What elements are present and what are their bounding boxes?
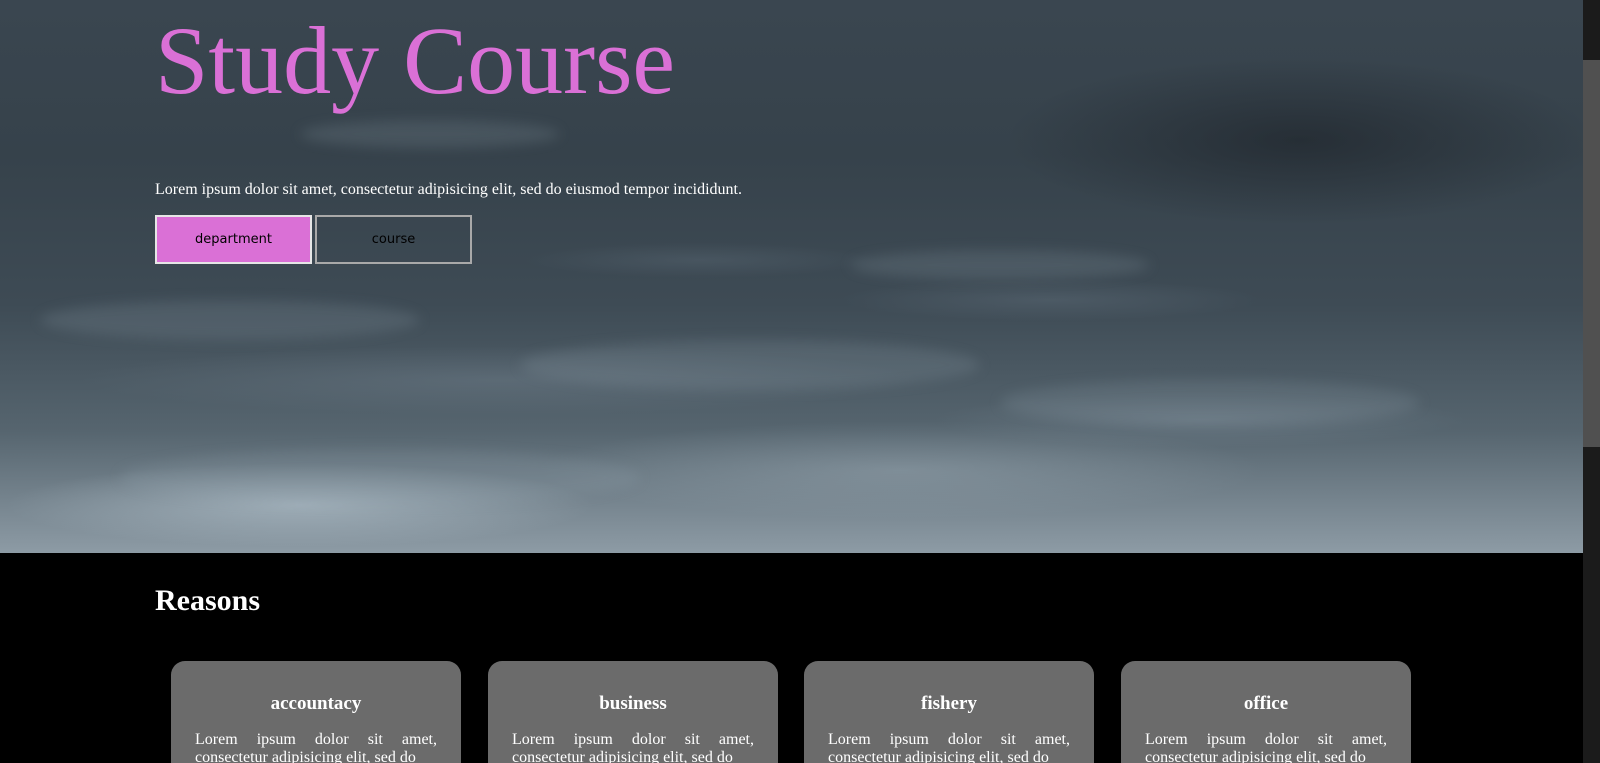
cloud-shape xyxy=(850,250,1150,280)
reason-card-office: office Lorem ipsum dolor sit amet, conse… xyxy=(1121,661,1411,763)
reason-card-fishery: fishery Lorem ipsum dolor sit amet, cons… xyxy=(804,661,1094,763)
page: Study Course Lorem ipsum dolor sit amet,… xyxy=(0,0,1583,763)
reason-card-title: fishery xyxy=(921,693,977,714)
reason-card-business: business Lorem ipsum dolor sit amet, con… xyxy=(488,661,778,763)
reason-card-text: Lorem ipsum dolor sit amet, consectetur … xyxy=(512,731,754,763)
reason-card-text: Lorem ipsum dolor sit amet, consectetur … xyxy=(195,731,437,763)
reason-card-title: business xyxy=(599,693,667,714)
reason-card-text: Lorem ipsum dolor sit amet, consectetur … xyxy=(828,731,1070,763)
page-title: Study Course xyxy=(155,7,676,114)
reason-card-text: Lorem ipsum dolor sit amet, consectetur … xyxy=(1145,731,1387,763)
course-button[interactable]: course xyxy=(315,215,472,264)
cloud-shape xyxy=(120,450,640,505)
cloud-shape xyxy=(300,120,560,148)
cloud-shape xyxy=(520,340,980,390)
reason-card-title: accountacy xyxy=(270,693,362,714)
scrollbar-thumb[interactable] xyxy=(1583,60,1600,447)
hero-section: Study Course Lorem ipsum dolor sit amet,… xyxy=(0,0,1583,553)
cloud-shape xyxy=(40,300,420,340)
department-button[interactable]: department xyxy=(155,215,312,264)
cloud-shape xyxy=(1000,380,1420,425)
reasons-heading: Reasons xyxy=(155,584,261,617)
reason-card-accountacy: accountacy Lorem ipsum dolor sit amet, c… xyxy=(171,661,461,763)
reason-card-title: office xyxy=(1243,693,1289,714)
hero-description: Lorem ipsum dolor sit amet, consectetur … xyxy=(155,181,742,198)
